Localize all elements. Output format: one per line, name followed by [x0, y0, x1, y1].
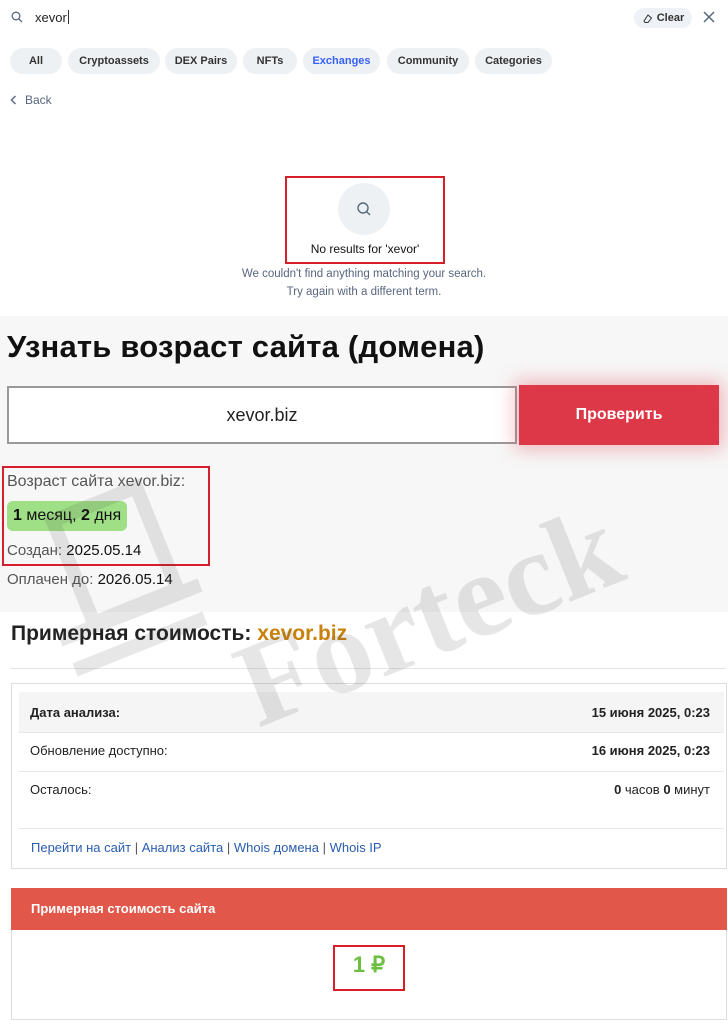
chip-categories[interactable]: Categories	[475, 48, 552, 74]
back-link[interactable]: Back	[10, 93, 52, 107]
price-header: Примерная стоимость сайта	[11, 888, 727, 930]
cost-title: Примерная стоимость: xevor.biz	[11, 622, 348, 645]
check-button[interactable]: Проверить	[519, 385, 719, 445]
created-date: Создан: 2025.05.14	[7, 542, 142, 559]
price-value: 1 ₽	[352, 952, 386, 977]
no-results-icon-circle	[338, 183, 390, 235]
divider	[19, 771, 724, 772]
clear-label: Clear	[656, 12, 685, 24]
time-left-row: Осталось: 0 часов 0 минут	[30, 782, 710, 797]
divider	[10, 668, 726, 669]
chip-dex-pairs[interactable]: DEX Pairs	[165, 48, 237, 74]
paid-until-date: Оплачен до: 2026.05.14	[7, 571, 173, 588]
search-icon	[11, 11, 23, 23]
link-site-analysis[interactable]: Анализ сайта	[142, 840, 224, 855]
search-icon	[357, 202, 371, 216]
search-input[interactable]: xevor	[35, 10, 69, 25]
no-results-message: We couldn't find anything matching your …	[241, 268, 487, 280]
back-label: Back	[25, 93, 52, 107]
no-results-title: No results for 'xevor'	[310, 242, 420, 256]
domain-input[interactable]: xevor.biz	[7, 386, 517, 444]
chip-exchanges[interactable]: Exchanges	[303, 48, 380, 74]
age-value-badge: 1 месяц, 2 дня	[7, 501, 128, 531]
search-bar: xevor Clear	[0, 0, 728, 38]
chevron-left-icon	[10, 95, 16, 105]
link-whois-ip[interactable]: Whois IP	[330, 840, 382, 855]
page-title: Узнать возраст сайта (домена)	[7, 329, 485, 364]
close-icon[interactable]	[702, 10, 716, 24]
link-go-to-site[interactable]: Перейти на сайт	[31, 840, 131, 855]
eraser-icon	[643, 13, 652, 23]
link-whois-domain[interactable]: Whois домена	[234, 840, 319, 855]
chip-nfts[interactable]: NFTs	[243, 48, 297, 74]
divider	[19, 732, 724, 733]
age-label: Возраст сайта xevor.biz:	[7, 473, 186, 490]
site-links: Перейти на сайт | Анализ сайта | Whois д…	[31, 840, 382, 855]
chip-community[interactable]: Community	[387, 48, 469, 74]
divider	[19, 828, 724, 829]
chip-all[interactable]: All	[10, 48, 62, 74]
clear-button[interactable]: Clear	[634, 8, 692, 28]
analysis-date-row: Дата анализа: 15 июня 2025, 0:23	[30, 705, 710, 720]
chip-cryptoassets[interactable]: Cryptoassets	[68, 48, 160, 74]
no-results-hint: Try again with a different term.	[286, 286, 442, 298]
update-available-row: Обновление доступно: 16 июня 2025, 0:23	[30, 743, 710, 758]
